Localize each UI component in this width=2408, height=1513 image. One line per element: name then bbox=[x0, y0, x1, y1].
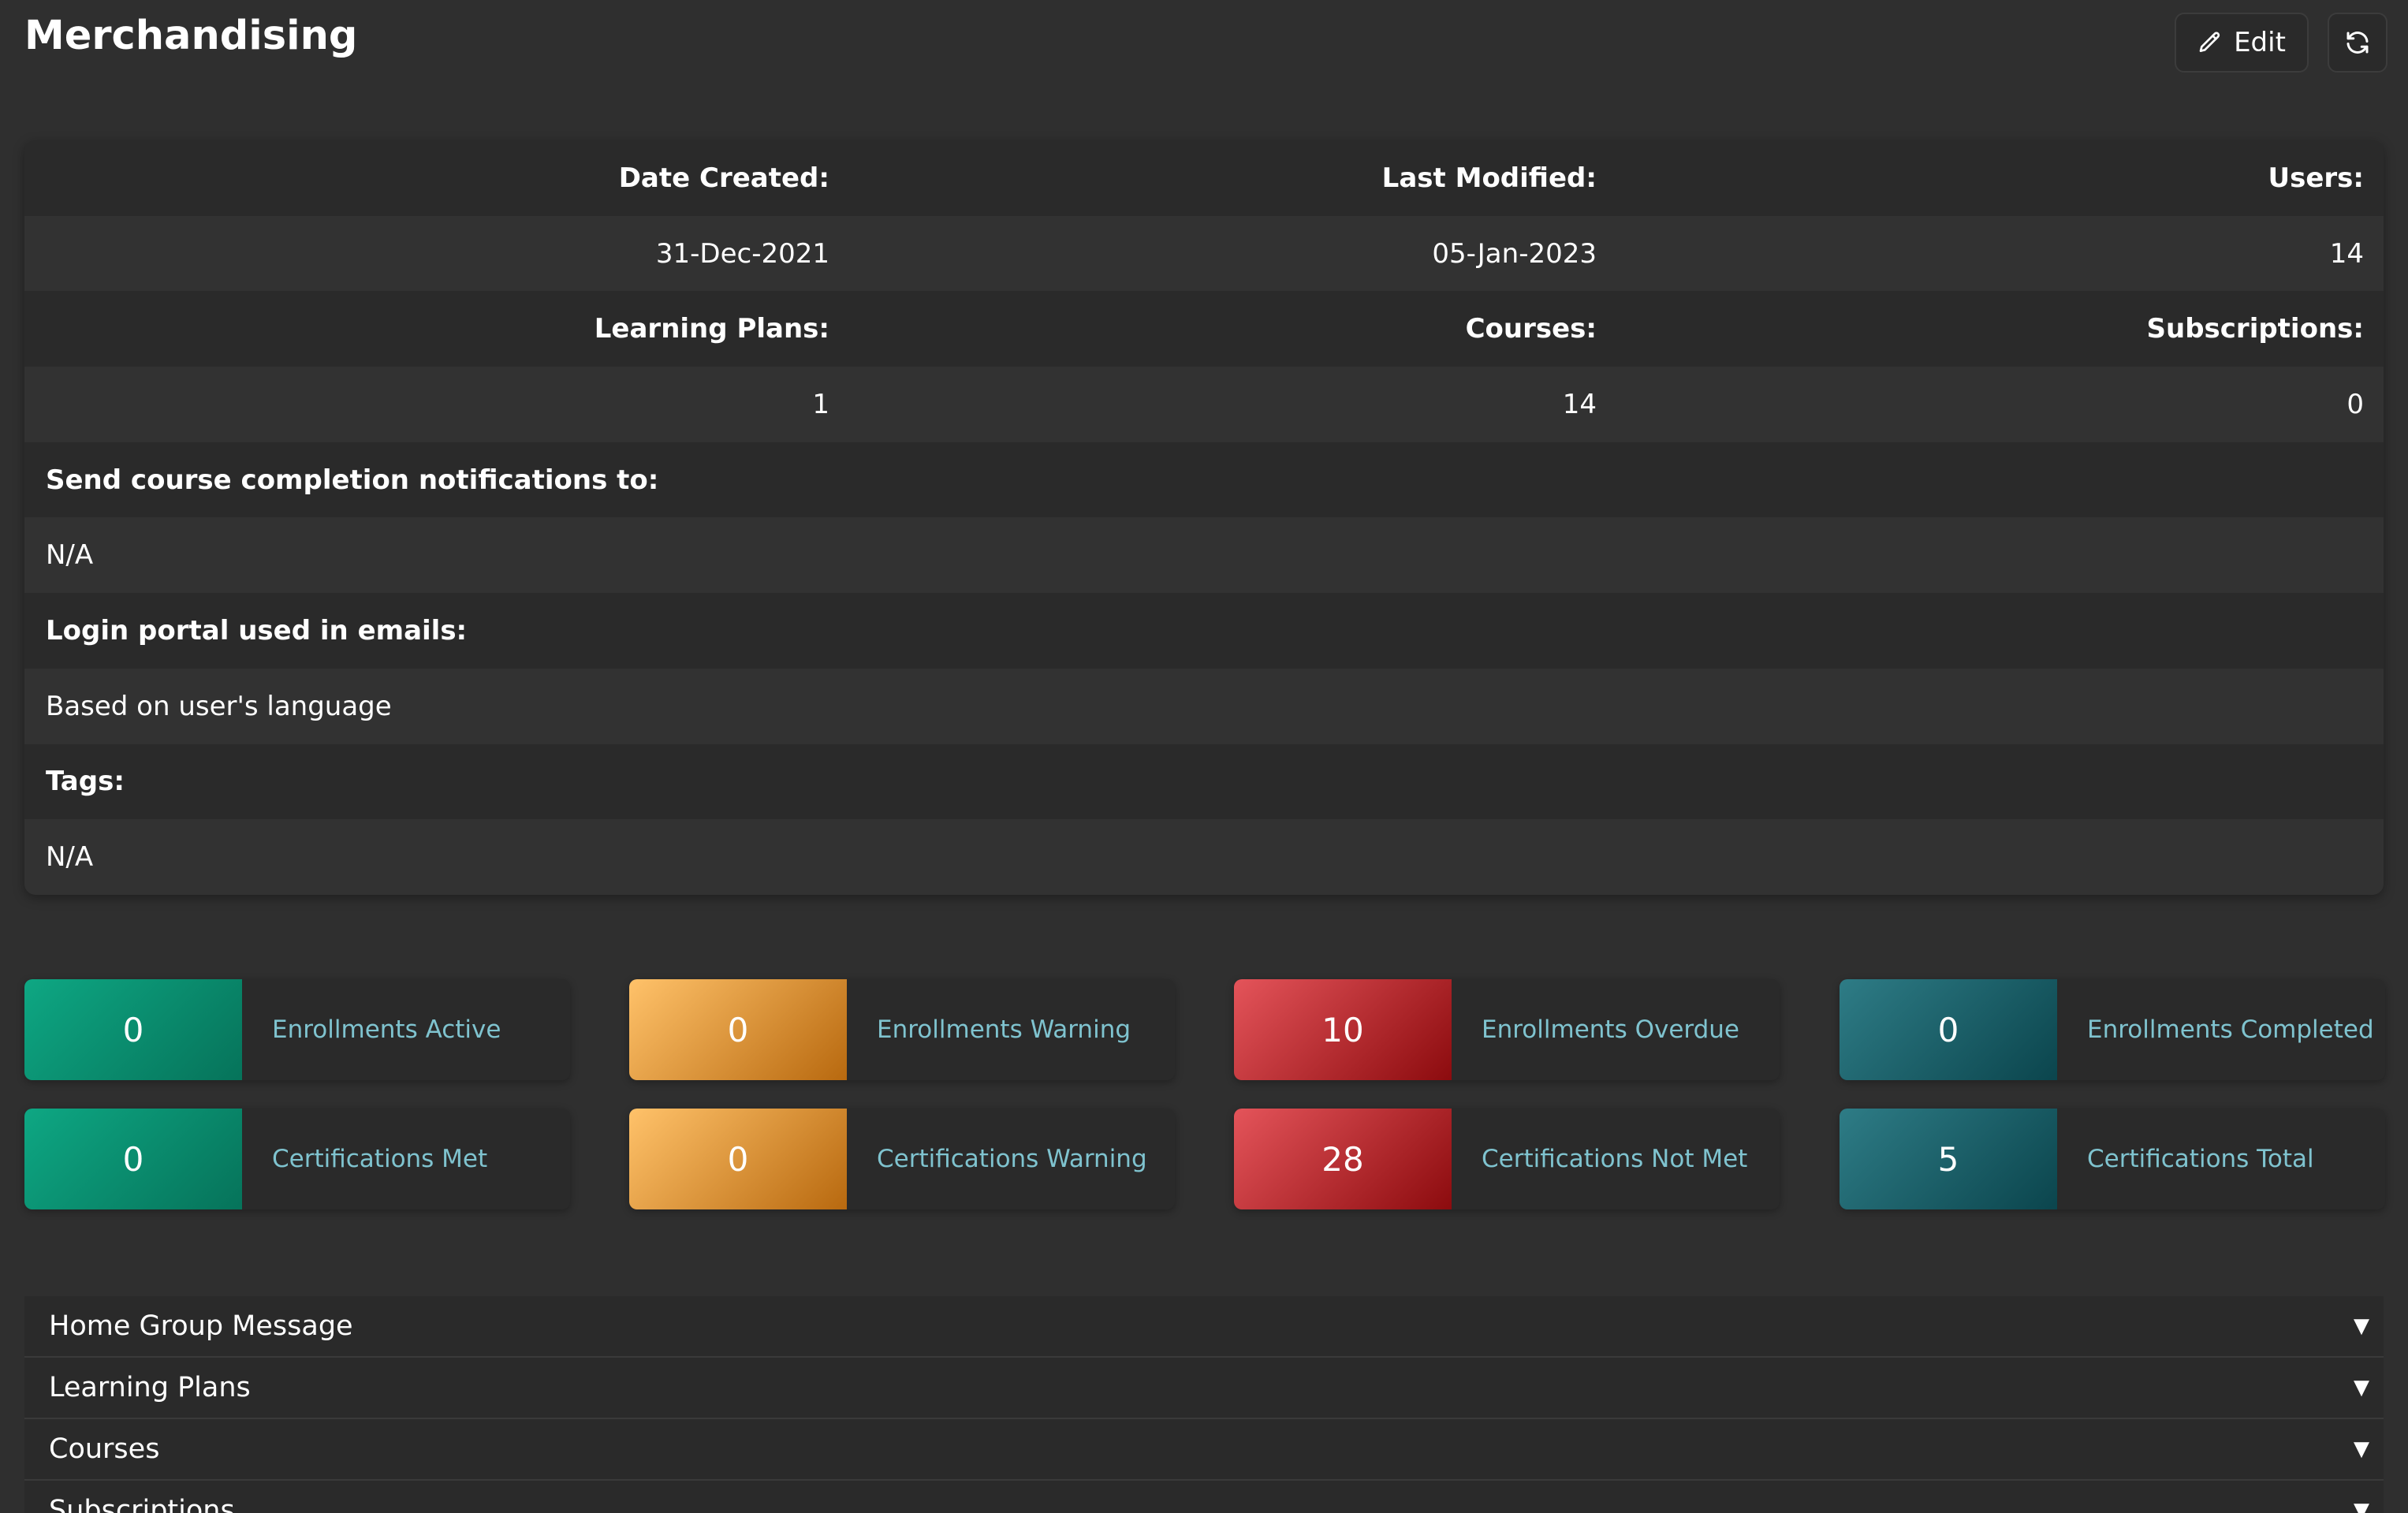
accordion-label: Learning Plans bbox=[49, 1372, 251, 1403]
date-created-label: Date Created: bbox=[618, 162, 829, 194]
stat-enrollments-active[interactable]: 0 Enrollments Active bbox=[24, 979, 570, 1080]
info-header-row: Learning Plans: Courses: Subscriptions: bbox=[24, 291, 2384, 367]
stat-value: 0 bbox=[629, 979, 847, 1080]
edit-button[interactable]: Edit bbox=[2175, 13, 2309, 73]
stat-label: Certifications Total bbox=[2087, 1145, 2314, 1173]
accordion-home-group-message[interactable]: Home Group Message ▼ bbox=[24, 1296, 2384, 1358]
tags-label: Tags: bbox=[46, 766, 125, 798]
info-header-row: Date Created: Last Modified: Users: bbox=[24, 140, 2384, 216]
stat-label: Enrollments Overdue bbox=[1482, 1015, 1739, 1044]
caret-down-icon: ▼ bbox=[2354, 1314, 2369, 1338]
courses-value: 14 bbox=[1562, 388, 1597, 420]
group-info-card: Date Created: Last Modified: Users: 31-D… bbox=[24, 140, 2384, 895]
stat-certifications-not-met[interactable]: 28 Certifications Not Met bbox=[1234, 1109, 1780, 1209]
accordion-label: Subscriptions bbox=[49, 1495, 235, 1513]
stat-label: Enrollments Active bbox=[272, 1015, 501, 1044]
page-title: Merchandising bbox=[24, 13, 358, 59]
edit-button-label: Edit bbox=[2234, 27, 2286, 58]
accordion-courses[interactable]: Courses ▼ bbox=[24, 1419, 2384, 1481]
learning-plans-label: Learning Plans: bbox=[594, 313, 829, 345]
date-created-value: 31-Dec-2021 bbox=[655, 237, 829, 270]
notifications-value: N/A bbox=[24, 517, 2384, 594]
learning-plans-value: 1 bbox=[812, 388, 829, 420]
stat-value: 0 bbox=[24, 1109, 242, 1209]
accordion-label: Courses bbox=[49, 1433, 160, 1465]
accordion-subscriptions[interactable]: Subscriptions ▼ bbox=[24, 1481, 2384, 1513]
stat-value: 5 bbox=[1840, 1109, 2057, 1209]
accordion-label: Home Group Message bbox=[49, 1310, 353, 1342]
stat-certifications-met[interactable]: 0 Certifications Met bbox=[24, 1109, 570, 1209]
users-label: Users: bbox=[2268, 162, 2364, 194]
last-modified-value: 05-Jan-2023 bbox=[1432, 237, 1597, 270]
tags-value: N/A bbox=[24, 819, 2384, 895]
stat-label: Certifications Not Met bbox=[1482, 1145, 1748, 1173]
pencil-icon bbox=[2197, 30, 2223, 55]
notifications-label: Send course completion notifications to: bbox=[46, 464, 659, 496]
stat-value: 0 bbox=[24, 979, 242, 1080]
login-portal-label: Login portal used in emails: bbox=[46, 614, 468, 647]
refresh-icon bbox=[2343, 28, 2372, 57]
stat-label: Certifications Warning bbox=[877, 1145, 1147, 1173]
refresh-button[interactable] bbox=[2328, 13, 2387, 73]
stat-label: Enrollments Completed bbox=[2087, 1015, 2374, 1044]
stat-label: Enrollments Warning bbox=[877, 1015, 1131, 1044]
group-sections-accordion: Home Group Message ▼ Learning Plans ▼ Co… bbox=[24, 1296, 2384, 1513]
info-value-row: 31-Dec-2021 05-Jan-2023 14 bbox=[24, 215, 2384, 292]
login-portal-value: Based on user's language bbox=[24, 668, 2384, 744]
courses-label: Courses: bbox=[1465, 313, 1597, 345]
caret-down-icon: ▼ bbox=[2354, 1437, 2369, 1461]
stat-certifications-total[interactable]: 5 Certifications Total bbox=[1840, 1109, 2385, 1209]
stat-value: 0 bbox=[1840, 979, 2057, 1080]
caret-down-icon: ▼ bbox=[2354, 1376, 2369, 1399]
last-modified-label: Last Modified: bbox=[1381, 162, 1597, 194]
users-value: 14 bbox=[2329, 237, 2364, 270]
stat-enrollments-completed[interactable]: 0 Enrollments Completed bbox=[1840, 979, 2385, 1080]
subscriptions-label: Subscriptions: bbox=[2146, 313, 2365, 345]
info-value-row: 1 14 0 bbox=[24, 367, 2384, 442]
page: Merchandising Edit Date Created: Last Mo… bbox=[0, 0, 2408, 1513]
stat-value: 0 bbox=[629, 1109, 847, 1209]
subscriptions-value: 0 bbox=[2346, 388, 2364, 420]
stat-value: 10 bbox=[1234, 979, 1452, 1080]
stat-value: 28 bbox=[1234, 1109, 1452, 1209]
stat-enrollments-overdue[interactable]: 10 Enrollments Overdue bbox=[1234, 979, 1780, 1080]
stat-enrollments-warning[interactable]: 0 Enrollments Warning bbox=[629, 979, 1175, 1080]
caret-down-icon: ▼ bbox=[2354, 1499, 2369, 1513]
stat-certifications-warning[interactable]: 0 Certifications Warning bbox=[629, 1109, 1175, 1209]
stat-label: Certifications Met bbox=[272, 1145, 488, 1173]
accordion-learning-plans[interactable]: Learning Plans ▼ bbox=[24, 1358, 2384, 1419]
